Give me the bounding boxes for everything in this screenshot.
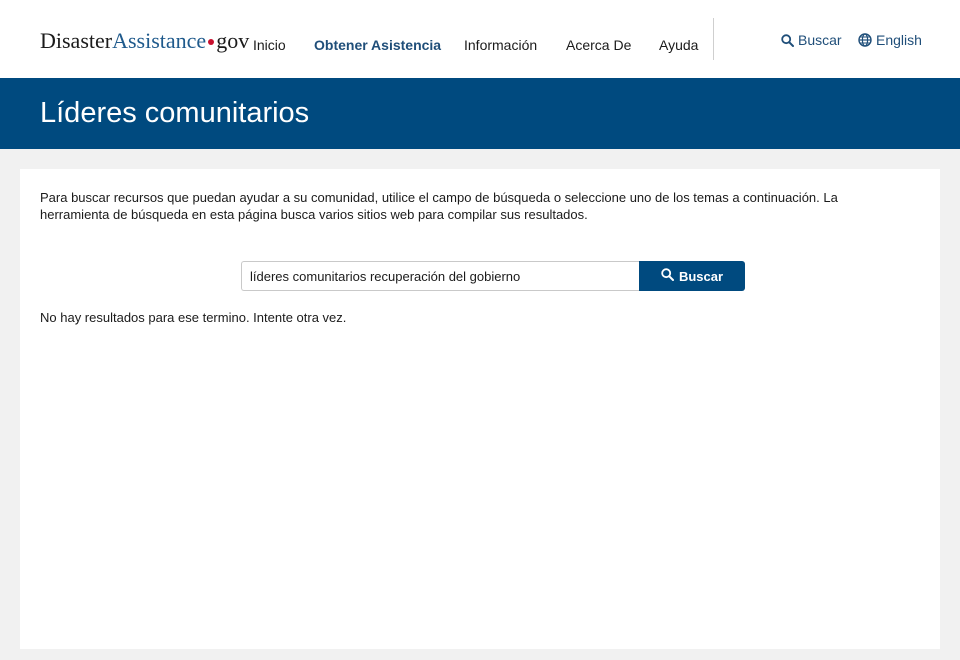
header-search-link[interactable]: Buscar (781, 32, 842, 48)
search-input[interactable] (241, 261, 639, 291)
globe-icon (858, 33, 872, 47)
search-form: Buscar (241, 261, 745, 291)
intro-text: Para buscar recursos que puedan ayudar a… (40, 190, 838, 222)
nav-item-inicio[interactable]: Inicio (253, 36, 286, 54)
search-button-label: Buscar (678, 268, 724, 284)
main-content: Para buscar recursos que puedan ayudar a… (20, 169, 940, 649)
nav-item-obtener-asistencia[interactable]: Obtener Asistencia (314, 36, 441, 54)
no-results-message: No hay resultados para ese termino. Inte… (40, 310, 347, 325)
logo-text-gov: gov (216, 28, 250, 53)
page-banner: Líderes comunitarios (0, 78, 960, 149)
logo-text-disaster: Disaster (40, 28, 113, 53)
logo-text-assistance: Assistance (112, 28, 207, 53)
page-title: Líderes comunitarios (40, 97, 310, 129)
site-header: DisasterAssistance gov Inicio Obtener Asi… (0, 0, 960, 78)
site-logo[interactable]: DisasterAssistance gov (40, 28, 249, 54)
language-toggle[interactable]: English (858, 32, 922, 48)
nav-item-acerca-de[interactable]: Acerca De (566, 36, 631, 54)
search-icon (781, 33, 794, 47)
language-label: English (876, 32, 922, 48)
nav-divider (713, 18, 714, 60)
nav-item-ayuda[interactable]: Ayuda (659, 36, 698, 54)
nav-item-informacion[interactable]: Información (464, 36, 537, 54)
logo-dot (208, 38, 215, 45)
header-search-label: Buscar (798, 32, 842, 48)
search-button[interactable]: Buscar (639, 261, 745, 291)
search-icon (661, 268, 674, 284)
